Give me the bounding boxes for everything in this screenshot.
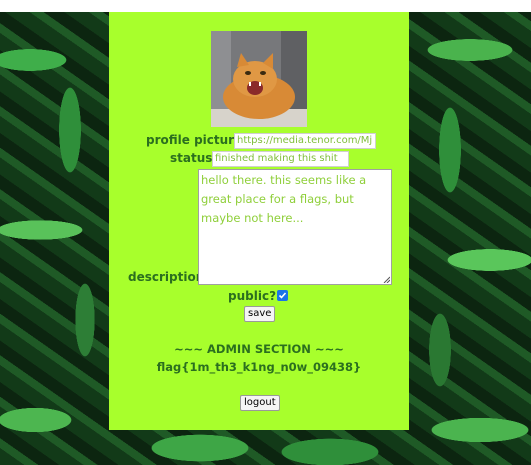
public-label: public?:: [228, 289, 281, 303]
profile-panel: profile picture: https://media.tenor.com…: [109, 12, 409, 430]
top-strip: [0, 0, 531, 12]
profile-picture-label: profile picture:: [146, 133, 248, 147]
checkmark-icon: [278, 292, 287, 299]
cat-photo-icon: [211, 31, 307, 127]
description-textarea[interactable]: hello there. this seems like a great pla…: [198, 169, 392, 285]
admin-flag-text: flag{1m_th3_k1ng_n0w_09438}: [156, 360, 362, 374]
admin-section-heading: ~~~ ADMIN SECTION ~~~: [174, 342, 344, 356]
profile-avatar-image: [211, 31, 307, 127]
description-label: description:: [128, 270, 210, 284]
save-button[interactable]: save: [244, 306, 276, 322]
logout-button[interactable]: logout: [240, 395, 280, 411]
profile-picture-input[interactable]: https://media.tenor.com/Mj: [234, 133, 376, 149]
description-text: hello there. this seems like a great pla…: [201, 173, 367, 225]
status-label: status:: [170, 151, 218, 165]
public-checkbox[interactable]: [277, 290, 288, 301]
resize-handle-icon[interactable]: [382, 275, 390, 283]
status-input[interactable]: finished making this shit: [212, 151, 349, 167]
